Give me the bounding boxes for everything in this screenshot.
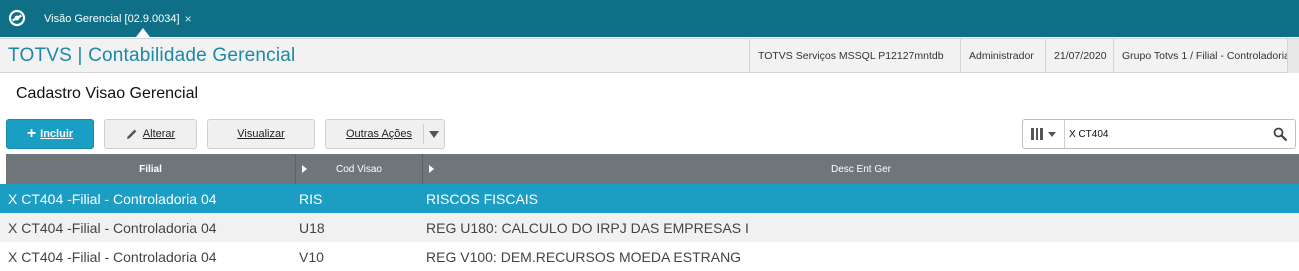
column-header-filial[interactable]: Filial <box>6 154 296 184</box>
column-header-cod-visao-label: Cod Visao <box>336 163 382 175</box>
top-tab-bar: Visão Gerencial [02.9.0034] × <box>0 0 1299 37</box>
chevron-down-icon <box>1047 131 1056 137</box>
cell-filial: X CT404 -Filial - Controladoria 04 <box>8 248 217 265</box>
sort-arrow-icon <box>429 165 434 173</box>
cell-desc: REG V100: DEM.RECURSOS MOEDA ESTRANG <box>426 248 742 265</box>
outras-acoes-label: Outras Ações <box>346 128 413 140</box>
sort-arrow-icon <box>302 165 307 173</box>
app-title: TOTVS | Contabilidade Gerencial <box>8 45 296 66</box>
table-row[interactable]: X CT404 -Filial - Controladoria 04 RIS R… <box>0 184 1299 213</box>
alterar-label: Alterar <box>142 128 176 140</box>
cell-desc: REG U180: CALCULO DO IRPJ DAS EMPRESAS I <box>426 219 749 236</box>
tab-visao-gerencial[interactable]: Visão Gerencial [02.9.0034] × <box>36 6 200 32</box>
dropdown-divider <box>423 124 424 144</box>
user-info[interactable]: Administrador <box>960 39 1042 73</box>
cell-cod-visao: U18 <box>299 219 325 236</box>
column-header-desc-label: Desc Ent Ger <box>830 163 892 175</box>
search-input[interactable] <box>1069 124 1269 144</box>
grid-header: Filial Cod Visao Desc Ent Ger <box>6 154 1299 184</box>
column-header-desc-ent-ger[interactable]: Desc Ent Ger <box>423 154 1299 184</box>
chevron-down-icon <box>429 131 439 138</box>
columns-icon <box>1031 128 1043 140</box>
visualizar-label: Visualizar <box>237 128 285 140</box>
page-title: Cadastro Visao Gerencial <box>16 85 199 102</box>
alterar-button[interactable]: Alterar <box>104 119 197 149</box>
incluir-label: Incluir <box>40 128 74 140</box>
app-root: Visão Gerencial [02.9.0034] × TOTVS | Co… <box>0 0 1299 271</box>
cell-filial: X CT404 -Filial - Controladoria 04 <box>8 190 217 207</box>
cell-cod-visao: RIS <box>299 190 323 207</box>
active-tab-caret <box>136 28 150 37</box>
pencil-icon <box>126 129 137 139</box>
cell-desc: RISCOS FISCAIS <box>426 190 539 207</box>
search-box <box>1022 119 1296 149</box>
search-filter-dropdown[interactable] <box>1023 120 1065 148</box>
column-header-cod-visao[interactable]: Cod Visao <box>296 154 423 184</box>
incluir-button[interactable]: + Incluir <box>6 119 94 149</box>
cell-cod-visao: V10 <box>299 248 324 265</box>
group-info[interactable]: Grupo Totvs 1 / Filial - Controladoria <box>1113 39 1298 73</box>
date-info[interactable]: 21/07/2020 <box>1045 39 1115 73</box>
search-icon[interactable] <box>1273 127 1287 141</box>
table-row[interactable]: X CT404 -Filial - Controladoria 04 V10 R… <box>0 242 1299 271</box>
totvs-home-icon[interactable] <box>8 9 26 27</box>
app-header: TOTVS | Contabilidade Gerencial TOTVS Se… <box>0 38 1299 73</box>
header-scrollbar[interactable] <box>1287 39 1299 73</box>
cell-filial: X CT404 -Filial - Controladoria 04 <box>8 219 217 236</box>
plus-icon: + <box>26 125 37 142</box>
server-info: TOTVS Serviços MSSQL P12127mntdb <box>749 39 952 73</box>
visualizar-button[interactable]: Visualizar <box>207 119 315 149</box>
table-row[interactable]: X CT404 -Filial - Controladoria 04 U18 R… <box>0 213 1299 242</box>
tab-label: Visão Gerencial [02.9.0034] <box>44 13 180 25</box>
outras-acoes-button[interactable]: Outras Ações <box>325 119 445 149</box>
tab-close-icon[interactable]: × <box>185 12 192 26</box>
